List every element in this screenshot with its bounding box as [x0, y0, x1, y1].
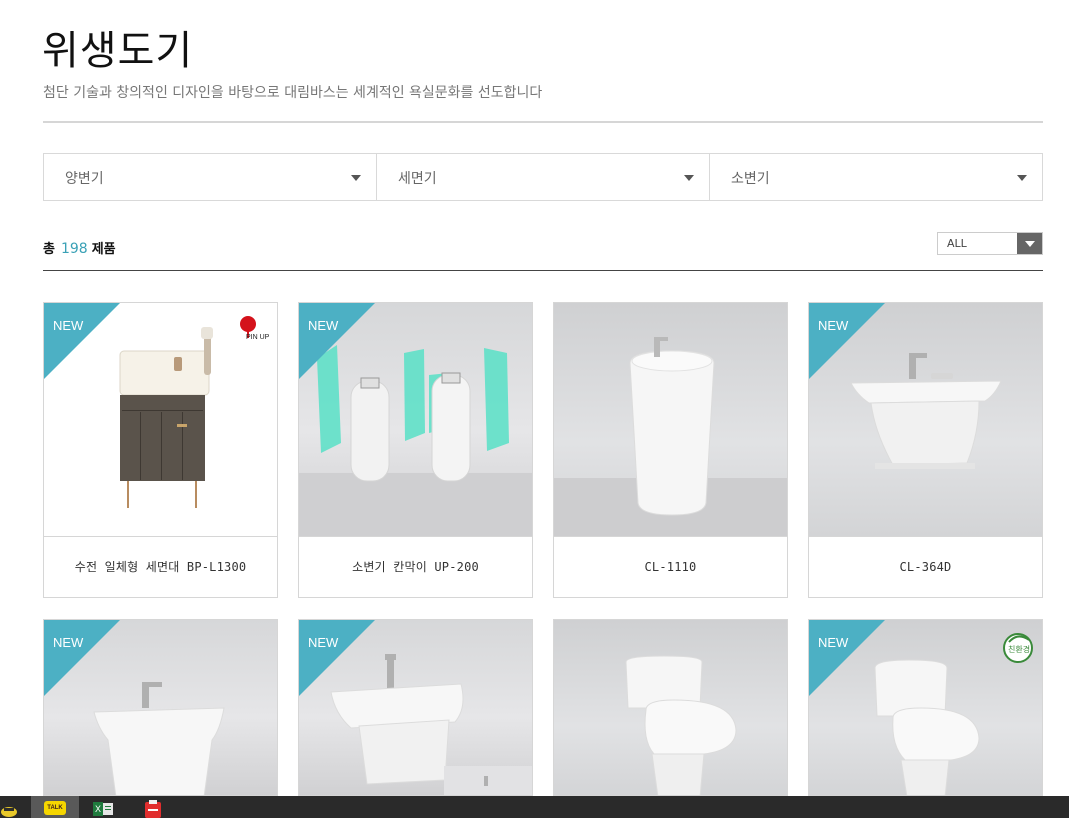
new-badge: NEW [299, 303, 375, 379]
sort-dropdown-button[interactable] [1017, 233, 1042, 254]
product-count: 총 198 제품 [43, 238, 116, 257]
title-divider [43, 121, 1043, 123]
page-subtitle: 첨단 기술과 창의적인 디자인을 바탕으로 대림바스는 세계적인 욕실문화를 선… [43, 85, 543, 101]
filter-label: 소변기 [731, 171, 770, 187]
new-badge: NEW [44, 303, 120, 379]
product-image: NEW [299, 620, 532, 795]
new-badge: NEW [809, 620, 885, 696]
category-filters: 양변기 세면기 소변기 [43, 153, 1043, 201]
filter-label: 양변기 [65, 171, 104, 187]
taskbar: TALK X [0, 796, 1069, 818]
product-image [554, 620, 787, 795]
new-badge: NEW [809, 303, 885, 379]
filter-label: 세면기 [398, 171, 437, 187]
product-name: CL-364D [809, 536, 1042, 597]
pdf-icon[interactable] [142, 800, 164, 818]
chevron-down-icon [1025, 241, 1035, 247]
eco-certification-label: 친환경 [1008, 645, 1031, 654]
chevron-down-icon [684, 175, 694, 181]
product-card[interactable]: NEW CL-364D [808, 302, 1043, 598]
new-badge: NEW [299, 620, 375, 696]
product-image: NEW [809, 303, 1042, 536]
product-image: 친환경 NEW [809, 620, 1042, 795]
product-card[interactable] [553, 619, 788, 796]
sort-value: ALL [947, 237, 967, 250]
kakaotalk-icon[interactable]: TALK [44, 801, 66, 815]
new-badge: NEW [44, 620, 120, 696]
product-card[interactable]: PIN UP NEW 수전 일체형 세면대 BP-L1300 [43, 302, 278, 598]
sort-select[interactable]: ALL [937, 232, 1043, 255]
chevron-down-icon [1017, 175, 1027, 181]
product-card[interactable]: CL-1110 [553, 302, 788, 598]
product-card[interactable]: NEW [298, 619, 533, 796]
filter-toilet-dropdown[interactable]: 양변기 [44, 154, 377, 200]
product-name: 수전 일체형 세면대 BP-L1300 [44, 536, 277, 597]
count-suffix: 제품 [91, 242, 116, 257]
product-image: NEW [299, 303, 532, 536]
filter-urinal-dropdown[interactable]: 소변기 [710, 154, 1042, 200]
page-title: 위생도기 [42, 28, 194, 74]
explorer-icon[interactable] [0, 800, 18, 818]
svg-text:X: X [95, 804, 101, 814]
count-divider [43, 270, 1043, 271]
product-card[interactable]: NEW 소변기 칸막이 UP-200 [298, 302, 533, 598]
pinup-logo: PIN UP [246, 334, 270, 341]
product-card[interactable]: NEW [43, 619, 278, 796]
product-name: CL-1110 [554, 536, 787, 597]
product-card[interactable]: 친환경 NEW [808, 619, 1043, 796]
filter-washbasin-dropdown[interactable]: 세면기 [377, 154, 710, 200]
count-number: 198 [60, 241, 88, 257]
count-prefix: 총 [43, 242, 55, 257]
chevron-down-icon [351, 175, 361, 181]
product-image: PIN UP NEW [44, 303, 277, 536]
product-image: NEW [44, 620, 277, 795]
pedestal-basin-image [554, 337, 787, 536]
toilet-image [625, 655, 737, 795]
product-image [554, 303, 787, 536]
excel-icon[interactable]: X [93, 800, 115, 818]
product-name: 소변기 칸막이 UP-200 [299, 536, 532, 597]
